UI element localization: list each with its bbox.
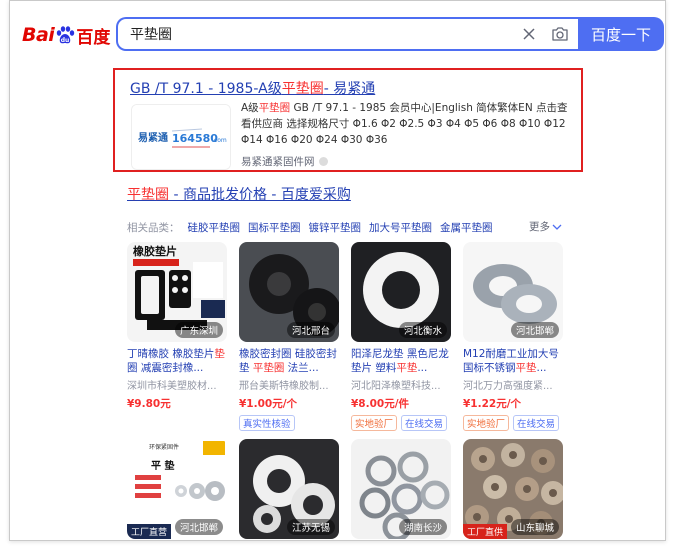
clear-icon[interactable] <box>521 26 537 42</box>
product-item[interactable]: 河北衡水 阳泽尼龙垫 黑色尼龙垫片 塑料平垫... 河北阳泽橡塑科技... ¥8… <box>351 242 451 431</box>
svg-text:.com: .com <box>212 137 227 144</box>
shop-name[interactable]: 河北万力高强度紧... <box>463 377 563 392</box>
search-header: Bai du 百度 百度一下 <box>10 1 665 63</box>
tag-badge: 实地验厂 <box>463 415 510 431</box>
product-item[interactable]: 江苏无锡 <box>239 439 339 539</box>
camera-icon[interactable] <box>551 25 569 43</box>
location-badge: 江苏无锡 <box>286 519 335 535</box>
product-item[interactable]: 河北邯郸 M12耐磨工业加大号国标不锈钢平垫... 河北万力高强度紧... ¥1… <box>463 242 563 431</box>
product-item[interactable]: 河北邢台 橡胶密封圈 硅胶密封垫 平垫圈 法兰... 邢台美斯特橡胶制... ¥… <box>239 242 339 431</box>
tag-badge: 真实性核验 <box>239 415 295 431</box>
location-badge: 河北邯郸 <box>174 519 223 535</box>
svg-text:易紧通: 易紧通 <box>138 131 168 144</box>
product-image[interactable]: 橡胶垫片 广东深圳 <box>127 242 227 342</box>
product-item[interactable]: 湖南长沙 <box>351 439 451 539</box>
product-title[interactable]: 阳泽尼龙垫 黑色尼龙垫片 塑料平垫... <box>351 347 451 375</box>
related-link[interactable]: 金属平垫圈 <box>440 220 493 235</box>
related-link[interactable]: 加大号平垫圈 <box>369 220 432 235</box>
product-item[interactable]: 橡胶垫片 广东深圳 丁晴橡胶 橡胶垫片垫圈 减震密封橡... 深圳市科美塑胶材.… <box>127 242 227 411</box>
product-image[interactable]: 河北邢台 <box>239 242 339 342</box>
tag-badge: 在线交易 <box>513 415 560 431</box>
product-image[interactable]: 江苏无锡 <box>239 439 339 539</box>
tag-badge: 实地验厂 <box>351 415 398 431</box>
related-link[interactable]: 国标平垫圈 <box>248 220 301 235</box>
search-result-1: GB /T 97.1 - 1985-A级平垫圈- 易紧通 易紧通 164580 … <box>113 68 583 172</box>
source-dot-icon <box>318 157 328 166</box>
product-price: ¥9.80元 <box>127 398 171 410</box>
search-button[interactable]: 百度一下 <box>578 17 664 51</box>
shop-name[interactable]: 邢台美斯特橡胶制... <box>239 377 339 392</box>
location-badge: 山东聊城 <box>510 519 559 535</box>
product-image[interactable]: 工厂直供 山东聊城 <box>463 439 563 539</box>
product-image[interactable]: 河北衡水 <box>351 242 451 342</box>
result-title-2[interactable]: 平垫圈 - 商品批发价格 - 百度爱采购 <box>127 184 351 204</box>
result-thumbnail[interactable]: 易紧通 164580 .com <box>131 104 231 170</box>
shop-name[interactable]: 深圳市科美塑胶材... <box>127 377 227 392</box>
product-price: ¥1.00元/个 <box>239 398 298 410</box>
search-box <box>116 17 588 51</box>
svg-text:平 垫: 平 垫 <box>151 459 174 472</box>
product-item[interactable]: 环保紧固件 平 垫 工厂直营 河北邯郸 <box>127 439 227 539</box>
factory-badge: 工厂直供 <box>463 524 508 539</box>
product-image[interactable]: 河北邯郸 <box>463 242 563 342</box>
related-link[interactable]: 镀锌平垫圈 <box>309 220 362 235</box>
search-input[interactable] <box>130 19 510 49</box>
result-source[interactable]: 易紧通紧固件网 <box>241 154 328 169</box>
location-badge: 河北邢台 <box>286 322 335 338</box>
chevron-down-icon <box>552 224 562 230</box>
baidu-logo[interactable]: Bai du 百度 <box>22 21 110 49</box>
svg-text:du: du <box>61 37 70 44</box>
product-title[interactable]: 橡胶密封圈 硅胶密封垫 平垫圈 法兰... <box>239 347 339 375</box>
product-price: ¥8.00元/件 <box>351 398 410 410</box>
result-description: A级平垫圈 GB /T 97.1 - 1985 会员中心|English 简体繁… <box>241 102 568 146</box>
location-badge: 广东深圳 <box>174 322 223 338</box>
product-title[interactable]: M12耐磨工业加大号国标不锈钢平垫... <box>463 347 563 375</box>
browser-frame: Bai du 百度 百度一下 <box>9 0 666 541</box>
location-badge: 河北衡水 <box>398 322 447 338</box>
product-image[interactable]: 环保紧固件 平 垫 工厂直营 河北邯郸 <box>127 439 227 539</box>
more-button[interactable]: 更多 <box>529 219 562 234</box>
product-item[interactable]: 工厂直供 山东聊城 <box>463 439 563 539</box>
product-price: ¥1.22元/个 <box>463 398 522 410</box>
factory-badge: 工厂直营 <box>127 524 172 539</box>
shop-name[interactable]: 河北阳泽橡塑科技... <box>351 377 451 392</box>
product-image[interactable]: 湖南长沙 <box>351 439 451 539</box>
related-link[interactable]: 硅胶平垫圈 <box>188 220 241 235</box>
svg-text:橡胶垫片: 橡胶垫片 <box>133 244 177 258</box>
location-badge: 湖南长沙 <box>398 519 447 535</box>
svg-text:环保紧固件: 环保紧固件 <box>149 443 179 451</box>
related-categories: 相关品类： 硅胶平垫圈 国标平垫圈 镀锌平垫圈 加大号平垫圈 金属平垫圈 <box>127 220 493 235</box>
tag-badge: 在线交易 <box>401 415 448 431</box>
result-title[interactable]: GB /T 97.1 - 1985-A级平垫圈- 易紧通 <box>130 78 375 98</box>
paw-icon: du <box>55 25 75 45</box>
location-badge: 河北邯郸 <box>510 322 559 338</box>
product-title[interactable]: 丁晴橡胶 橡胶垫片垫圈 减震密封橡... <box>127 347 227 375</box>
